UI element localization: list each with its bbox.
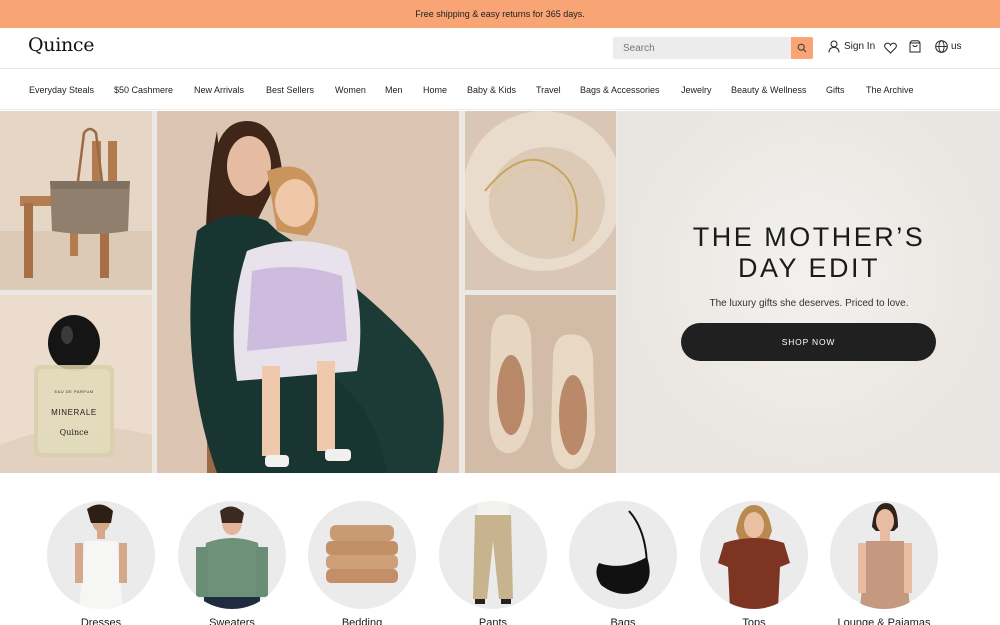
nav-baby-kids[interactable]: Baby & Kids xyxy=(467,85,516,95)
nav-gifts[interactable]: Gifts xyxy=(826,85,845,95)
perfume-image[interactable]: EAU DE PARFUM MINERALE Quince xyxy=(0,295,152,473)
category-sweaters[interactable]: Sweaters xyxy=(178,501,286,625)
category-pants[interactable]: Pants xyxy=(439,501,547,625)
wishlist-button[interactable] xyxy=(884,41,897,59)
category-label: Bedding xyxy=(341,617,383,625)
category-label: Tops xyxy=(742,617,766,625)
main-navigation: Everyday Steals $50 Cashmere New Arrival… xyxy=(0,70,1000,110)
bags-image xyxy=(569,501,677,609)
hero-title-line2: DAY EDIT xyxy=(737,253,881,283)
nav-best-sellers[interactable]: Best Sellers xyxy=(266,85,314,95)
mother-daughter-image[interactable] xyxy=(157,111,459,473)
search-input[interactable] xyxy=(613,37,791,59)
globe-icon xyxy=(935,40,948,53)
tote-bag-image[interactable] xyxy=(0,111,152,290)
nav-jewelry[interactable]: Jewelry xyxy=(681,85,712,95)
category-label: Sweaters xyxy=(209,617,255,625)
dresses-image xyxy=(47,501,155,609)
locale-label: us xyxy=(951,41,962,52)
pants-image xyxy=(439,501,547,609)
heart-icon xyxy=(884,42,897,54)
category-dresses[interactable]: Dresses xyxy=(47,501,155,625)
perfume-brand-text: Quince xyxy=(59,428,89,437)
nav-travel[interactable]: Travel xyxy=(536,85,561,95)
category-row: Dresses Sweaters Bedding Pants Bags Tops… xyxy=(0,474,1000,625)
sign-in-label: Sign In xyxy=(844,41,876,52)
category-label: Pants xyxy=(478,617,508,625)
nav-50-cashmere[interactable]: $50 Cashmere xyxy=(114,85,173,95)
promo-text: Free shipping & easy returns for 365 day… xyxy=(415,9,585,19)
hero-title-line1: THE MOTHER’S xyxy=(692,222,926,252)
hero-copy: THE MOTHER’S DAY EDIT The luxury gifts s… xyxy=(618,111,1000,473)
bracelet-image[interactable] xyxy=(465,111,616,290)
tops-image xyxy=(700,501,808,609)
nav-the-archive[interactable]: The Archive xyxy=(866,85,914,95)
category-bedding[interactable]: Bedding xyxy=(308,501,416,625)
category-label: Lounge & Pajamas xyxy=(837,617,931,625)
category-bags[interactable]: Bags xyxy=(569,501,677,625)
category-lounge-pajamas[interactable]: Lounge & Pajamas xyxy=(830,501,938,625)
perfume-name-text: MINERALE xyxy=(51,408,97,417)
hero-banner: EAU DE PARFUM MINERALE Quince THE MOTHER… xyxy=(0,111,1000,473)
search-bar xyxy=(613,37,813,59)
user-icon xyxy=(828,40,840,53)
loafers-image[interactable] xyxy=(465,295,616,473)
bedding-image xyxy=(308,501,416,609)
category-label: Dresses xyxy=(80,617,122,625)
nav-new-arrivals[interactable]: New Arrivals xyxy=(194,85,244,95)
category-label: Bags xyxy=(610,617,636,625)
sweaters-image xyxy=(178,501,286,609)
locale-selector[interactable]: us xyxy=(935,40,962,53)
promo-banner: Free shipping & easy returns for 365 day… xyxy=(0,0,1000,28)
cart-button[interactable] xyxy=(909,40,921,58)
nav-bags-accessories[interactable]: Bags & Accessories xyxy=(580,85,660,95)
perfume-type-text: EAU DE PARFUM xyxy=(54,389,94,394)
shop-now-button[interactable]: SHOP NOW xyxy=(681,323,936,361)
sign-in-link[interactable]: Sign In xyxy=(828,40,875,53)
nav-men[interactable]: Men xyxy=(385,85,403,95)
nav-beauty-wellness[interactable]: Beauty & Wellness xyxy=(731,85,806,95)
site-header: Quince Sign In xyxy=(0,28,1000,69)
lounge-pajamas-image xyxy=(830,501,938,609)
nav-home[interactable]: Home xyxy=(423,85,447,95)
search-icon xyxy=(797,43,807,53)
nav-everyday-steals[interactable]: Everyday Steals xyxy=(29,85,94,95)
site-logo[interactable]: Quince xyxy=(28,34,95,56)
category-tops[interactable]: Tops xyxy=(700,501,808,625)
hero-subtitle: The luxury gifts she deserves. Priced to… xyxy=(709,298,909,309)
nav-women[interactable]: Women xyxy=(335,85,366,95)
search-button[interactable] xyxy=(791,37,813,59)
hero-title: THE MOTHER’S DAY EDIT xyxy=(618,222,1000,284)
shopping-bag-icon xyxy=(909,40,921,53)
